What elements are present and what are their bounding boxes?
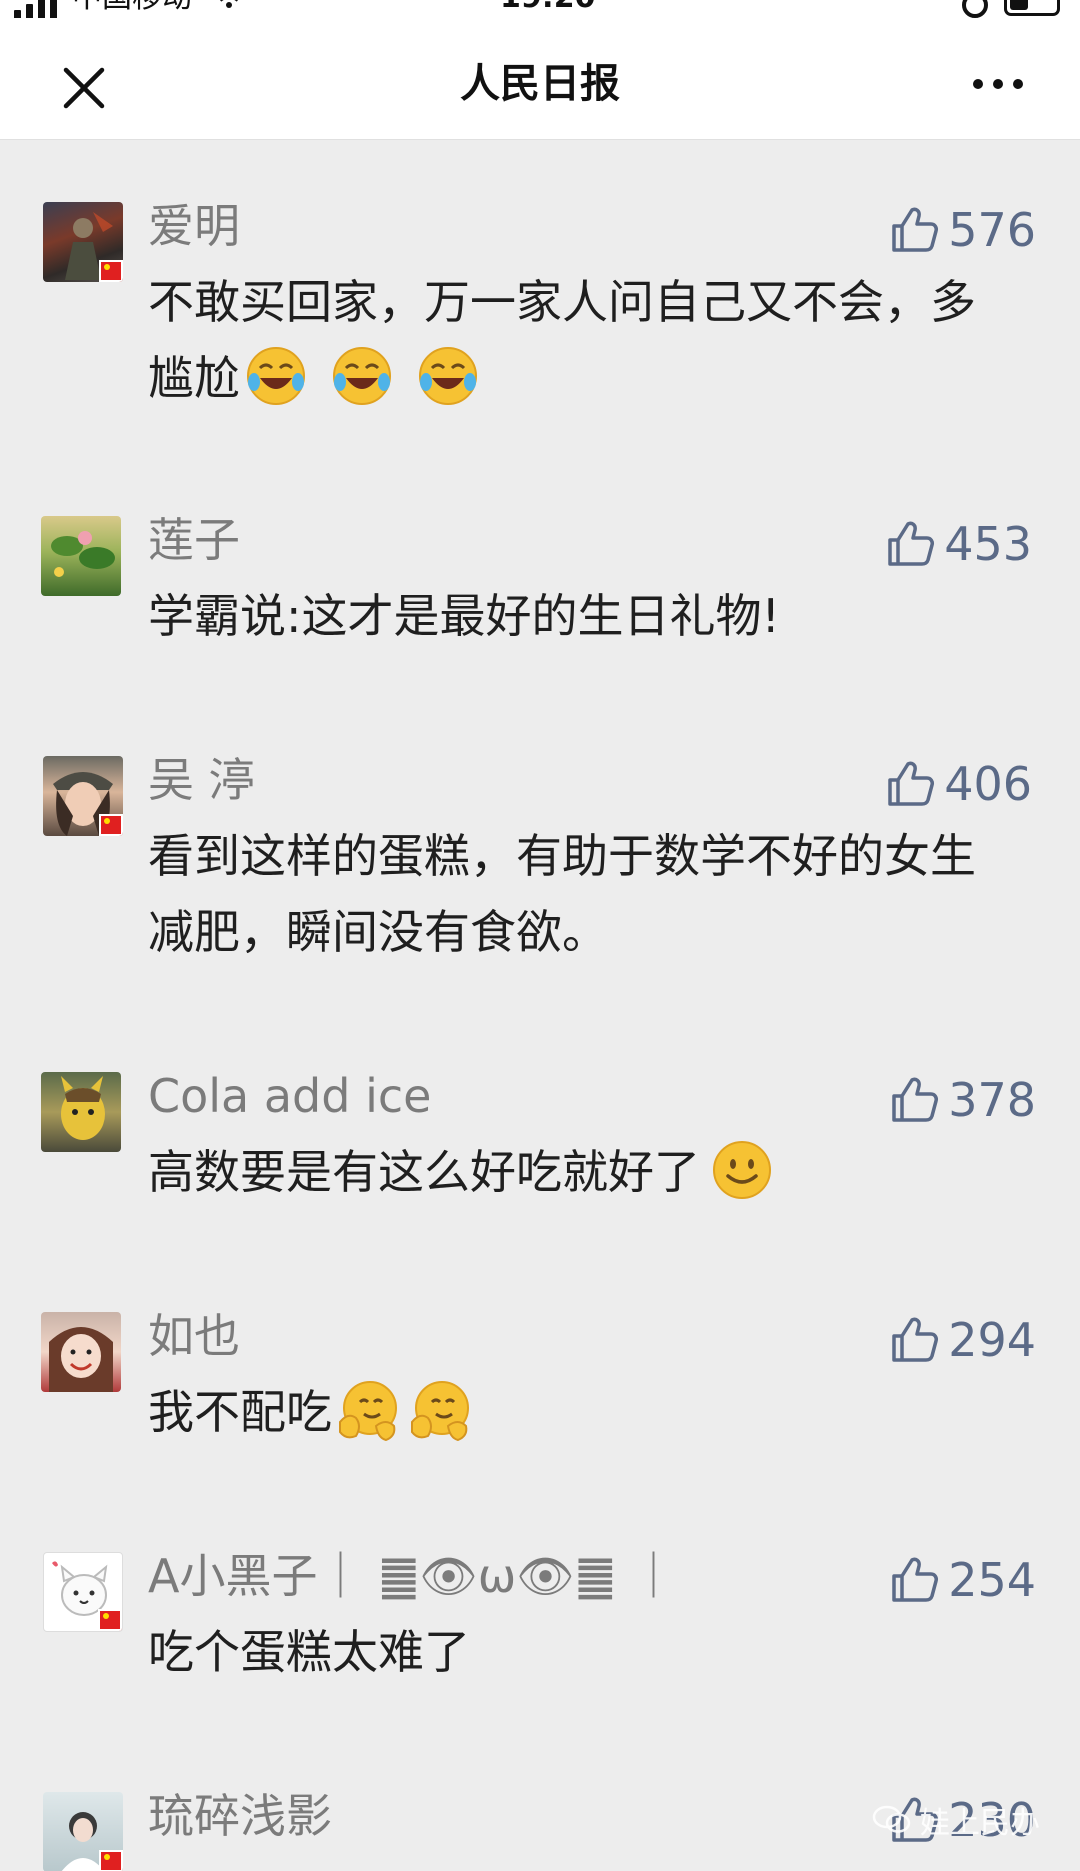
avatar[interactable] [43,202,123,282]
avatar[interactable] [41,1072,121,1152]
avatar[interactable] [43,1552,123,1632]
like-button[interactable]: 406 [884,756,1032,812]
commenter-name[interactable]: Cola add ice [148,1068,431,1124]
smile-emoji-icon [713,1141,771,1199]
carrier-label: 中国移动 [72,0,192,18]
comment-text: 学霸说:这才是最好的生日礼物! [148,589,780,643]
thumbs-up-icon [892,207,939,252]
avatar[interactable] [41,1312,121,1392]
thumbs-up-icon [888,761,935,806]
like-button[interactable]: 453 [884,516,1032,572]
wifi-icon [220,0,238,8]
commenter-name[interactable]: 吴 渟 [148,752,255,808]
like-count: 254 [948,1553,1036,1607]
avatar[interactable] [41,516,121,596]
page-title: 人民日报 [460,61,620,107]
hug-emoji-icon [411,1381,469,1442]
commenter-name[interactable]: 莲子 [148,512,240,568]
thumbs-up-icon [892,1317,939,1362]
like-button[interactable]: 576 [888,202,1036,258]
orientation-lock-icon [962,0,988,18]
comments-screen: 中国移动 19:20 人民日报 爱明 576 不 [0,0,1080,1871]
thumbs-up-icon [892,1077,939,1122]
commenter-name[interactable]: 琉碎浅影 [148,1788,332,1844]
comment-text: 吃个蛋糕太难了 [148,1625,470,1679]
hug-emoji-icon [339,1381,397,1442]
more-icon[interactable] [968,64,1028,104]
watermark: 娃上民办 [872,1798,1040,1842]
commenter-name[interactable]: 爱明 [148,198,240,254]
commenter-name[interactable]: A小黑子｜ ䷀👁ω👁䷀ ｜ [148,1548,677,1604]
like-count: 576 [948,203,1036,257]
thumbs-up-icon [892,1557,939,1602]
comment-text: 不敢买回家，万一家人问自己又不会，多尴尬 [148,264,1008,416]
clock: 19:20 [500,0,596,18]
battery-icon [1004,0,1060,16]
status-bar: 中国移动 19:20 [0,0,1080,20]
comment-text: 高数要是有这么好吃就好了 [148,1134,1008,1210]
like-count: 294 [948,1313,1036,1367]
laugh-cry-emoji-icon [419,347,477,405]
comment-text: 看到这样的蛋糕，有助于数学不好的女生减肥，瞬间没有食欲。 [148,829,976,959]
avatar[interactable] [43,1792,123,1871]
signal-icon [14,0,57,20]
commenter-name[interactable]: 如也 [148,1308,240,1364]
comment-text: 我不配吃 [148,1374,1008,1450]
like-count: 406 [944,757,1032,811]
wechat-logo-icon [872,1805,911,1833]
nav-bar: 人民日报 [0,18,1080,140]
thumbs-up-icon [888,521,935,566]
like-button[interactable]: 294 [888,1312,1036,1368]
like-button[interactable]: 254 [888,1552,1036,1608]
like-count: 453 [944,517,1032,571]
laugh-cry-emoji-icon [333,347,391,405]
watermark-text: 娃上民办 [920,1806,1040,1841]
avatar[interactable] [43,756,123,836]
like-button[interactable]: 378 [888,1072,1036,1128]
like-count: 378 [948,1073,1036,1127]
laugh-cry-emoji-icon [247,347,305,405]
